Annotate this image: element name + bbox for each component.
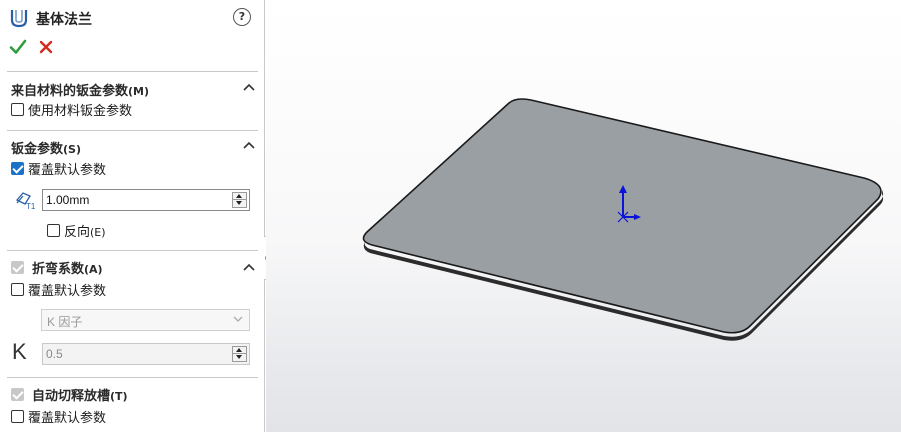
divider bbox=[7, 130, 258, 131]
collapse-chevron-up-icon[interactable] bbox=[243, 141, 255, 149]
k-factor-spin-buttons[interactable] bbox=[232, 346, 247, 362]
k-factor-label: K bbox=[12, 339, 27, 364]
divider bbox=[7, 250, 258, 251]
collapse-chevron-up-icon[interactable] bbox=[243, 83, 255, 91]
collapse-chevron-up-icon[interactable] bbox=[243, 263, 255, 271]
thickness-input[interactable] bbox=[43, 190, 228, 210]
thickness-stepper[interactable] bbox=[42, 189, 250, 211]
sheet-metal-override-row[interactable]: 覆盖默认参数 bbox=[11, 160, 106, 178]
group-title-auto-relief[interactable]: 自动切释放槽(T) bbox=[11, 386, 128, 404]
auto-relief-override-row[interactable]: 覆盖默认参数 bbox=[11, 408, 106, 426]
page-title: 基体法兰 bbox=[36, 12, 92, 28]
arrow-down-icon bbox=[236, 355, 242, 359]
base-flange-icon bbox=[10, 10, 28, 28]
bend-allowance-override-row[interactable]: 覆盖默认参数 bbox=[11, 281, 106, 299]
help-button[interactable]: ? bbox=[233, 8, 251, 26]
spin-up-button[interactable] bbox=[233, 347, 246, 354]
thickness-icon: T1 bbox=[15, 192, 36, 210]
k-factor-input[interactable] bbox=[43, 344, 228, 364]
svg-text:T1: T1 bbox=[26, 202, 36, 210]
divider bbox=[7, 71, 258, 72]
model-view bbox=[362, 98, 884, 341]
group-title-material[interactable]: 来自材料的钣金参数(M) bbox=[11, 80, 149, 99]
chevron-down-icon bbox=[233, 316, 243, 322]
use-material-params-checkbox[interactable] bbox=[11, 102, 24, 116]
reverse-direction-row[interactable]: 反向(E) bbox=[47, 222, 106, 240]
property-manager-panel: 基体法兰 ? 来自材料的钣金参数(M) 使用材料钣金参数 钣金参数(S) 覆盖默… bbox=[0, 0, 265, 432]
sheet-metal-override-checkbox[interactable] bbox=[11, 161, 24, 175]
bend-allowance-type-select[interactable]: K 因子 bbox=[41, 309, 250, 331]
k-factor-stepper[interactable] bbox=[42, 343, 250, 365]
bend-allowance-group-checkbox[interactable] bbox=[11, 260, 24, 274]
arrow-up-icon bbox=[236, 194, 242, 198]
graphics-viewport[interactable] bbox=[266, 0, 901, 432]
auto-relief-override-checkbox[interactable] bbox=[11, 409, 24, 423]
use-material-params-row[interactable]: 使用材料钣金参数 bbox=[11, 101, 132, 119]
spin-up-button[interactable] bbox=[233, 193, 246, 200]
arrow-down-icon bbox=[236, 201, 242, 205]
cancel-button[interactable] bbox=[38, 39, 54, 55]
pm-header: 基体法兰 ? bbox=[0, 0, 265, 34]
check-icon bbox=[9, 39, 27, 54]
reverse-direction-checkbox[interactable] bbox=[47, 223, 60, 237]
divider bbox=[7, 377, 258, 378]
auto-relief-group-checkbox[interactable] bbox=[11, 387, 24, 401]
close-icon bbox=[39, 40, 53, 54]
group-title-sheet-metal[interactable]: 钣金参数(S) bbox=[11, 138, 81, 157]
ok-button[interactable] bbox=[9, 38, 27, 56]
spin-down-button[interactable] bbox=[233, 354, 246, 361]
bend-allowance-override-checkbox[interactable] bbox=[11, 282, 24, 296]
thickness-spin-buttons[interactable] bbox=[232, 192, 247, 208]
spin-down-button[interactable] bbox=[233, 200, 246, 207]
group-title-bend-allowance[interactable]: 折弯系数(A) bbox=[11, 259, 103, 277]
arrow-up-icon bbox=[236, 348, 242, 352]
